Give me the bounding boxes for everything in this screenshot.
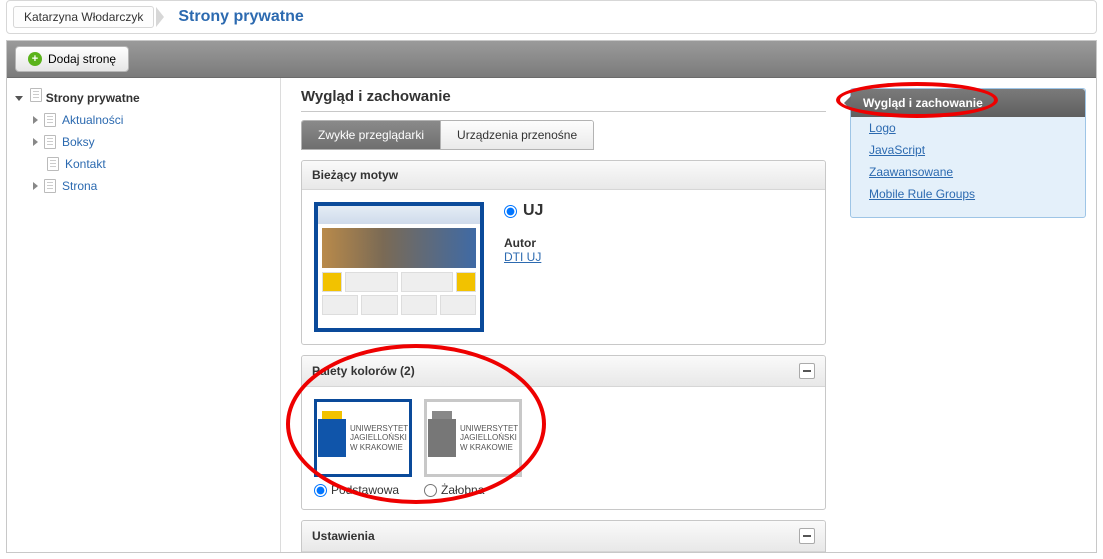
tree-item-label: Boksy <box>62 135 95 149</box>
tree-item-label: Kontakt <box>65 157 106 171</box>
right-navbox: Wygląd i zachowanie Logo JavaScript Zaaw… <box>850 88 1086 218</box>
palette-card-zalobna[interactable]: UNIWERSYTET JAGIELLOŃSKI W KRAKOWIE Żało… <box>424 399 522 497</box>
add-page-label: Dodaj stronę <box>48 52 116 66</box>
add-page-button[interactable]: + Dodaj stronę <box>15 46 129 72</box>
theme-radio-uj[interactable] <box>504 205 517 218</box>
collapse-button[interactable] <box>799 363 815 379</box>
tree-item-kontakt[interactable]: Kontakt <box>7 153 280 175</box>
panel-header-label: Palety kolorów (2) <box>312 364 415 378</box>
tab-browsers[interactable]: Zwykłe przeglądarki <box>302 121 441 149</box>
chevron-right-icon[interactable] <box>33 116 38 124</box>
doc-icon <box>30 88 42 102</box>
nav-link-javascript[interactable]: JavaScript <box>851 139 1085 161</box>
doc-icon <box>47 157 59 171</box>
theme-thumbnail[interactable] <box>314 202 484 332</box>
shield-icon <box>318 419 346 457</box>
crown-icon <box>432 411 452 419</box>
tree-item-aktualnosci[interactable]: Aktualności <box>7 109 280 131</box>
tree-root-label: Strony prywatne <box>46 91 140 105</box>
minus-icon <box>803 535 811 537</box>
tabs: Zwykłe przeglądarki Urządzenia przenośne <box>301 120 594 150</box>
plus-icon: + <box>28 52 42 66</box>
nav-link-mobile-rule-groups[interactable]: Mobile Rule Groups <box>851 183 1085 205</box>
section-title: Wygląd i zachowanie <box>301 88 826 112</box>
theme-radio-label[interactable]: UJ <box>504 202 543 220</box>
sidebar-tree: Strony prywatne Aktualności Boksy Kontak… <box>7 78 281 552</box>
palette-label: Podstawowa <box>331 483 399 497</box>
crown-icon <box>322 411 342 419</box>
palette-thumb[interactable]: UNIWERSYTET JAGIELLOŃSKI W KRAKOWIE <box>424 399 522 477</box>
tree-item-boksy[interactable]: Boksy <box>7 131 280 153</box>
tree-item-label: Aktualności <box>62 113 123 127</box>
palette-card-podstawowa[interactable]: UNIWERSYTET JAGIELLOŃSKI W KRAKOWIE Pods… <box>314 399 412 497</box>
doc-icon <box>44 179 56 193</box>
minus-icon <box>803 370 811 372</box>
navbox-header-label: Wygląd i zachowanie <box>863 96 983 110</box>
palette-radio-podstawowa[interactable] <box>314 484 327 497</box>
panel-header-label: Ustawienia <box>312 529 375 543</box>
tab-mobile[interactable]: Urządzenia przenośne <box>441 121 593 149</box>
palette-label: Żałobna <box>441 483 484 497</box>
chevron-down-icon <box>15 96 23 101</box>
chevron-right-icon[interactable] <box>33 138 38 146</box>
palette-radio-label[interactable]: Podstawowa <box>314 483 412 497</box>
palette-radio-label[interactable]: Żałobna <box>424 483 522 497</box>
breadcrumb-user[interactable]: Katarzyna Włodarczyk <box>13 6 154 28</box>
nav-link-advanced[interactable]: Zaawansowane <box>851 161 1085 183</box>
doc-icon <box>44 113 56 127</box>
theme-name: UJ <box>523 202 543 220</box>
tree-root[interactable]: Strony prywatne <box>7 84 280 109</box>
main-container: + Dodaj stronę Strony prywatne Aktualnoś… <box>6 40 1097 553</box>
panel-settings: Ustawienia <box>301 520 826 552</box>
palette-logo-text: UNIWERSYTET JAGIELLOŃSKI W KRAKOWIE <box>460 424 518 453</box>
chevron-left-icon <box>844 96 851 110</box>
doc-icon <box>44 135 56 149</box>
author-label: Autor <box>504 236 543 250</box>
tree-item-label: Strona <box>62 179 97 193</box>
panel-current-theme: Bieżący motyw <box>301 160 826 345</box>
collapse-button[interactable] <box>799 528 815 544</box>
author-link[interactable]: DTI UJ <box>504 250 541 264</box>
main-content: Wygląd i zachowanie Zwykłe przeglądarki … <box>281 78 1096 552</box>
palette-logo-text: UNIWERSYTET JAGIELLOŃSKI W KRAKOWIE <box>350 424 408 453</box>
panel-palettes: Palety kolorów (2) <box>301 355 826 510</box>
palette-radio-zalobna[interactable] <box>424 484 437 497</box>
tree-item-strona[interactable]: Strona <box>7 175 280 197</box>
shield-icon <box>428 419 456 457</box>
breadcrumb: Katarzyna Włodarczyk Strony prywatne <box>6 0 1097 34</box>
chevron-right-icon[interactable] <box>33 182 38 190</box>
panel-header-label: Bieżący motyw <box>312 168 398 182</box>
nav-link-logo[interactable]: Logo <box>851 117 1085 139</box>
toolbar: + Dodaj stronę <box>7 41 1096 78</box>
palette-thumb[interactable]: UNIWERSYTET JAGIELLOŃSKI W KRAKOWIE <box>314 399 412 477</box>
breadcrumb-page[interactable]: Strony prywatne <box>172 5 309 29</box>
navbox-header: Wygląd i zachowanie <box>851 89 1085 117</box>
